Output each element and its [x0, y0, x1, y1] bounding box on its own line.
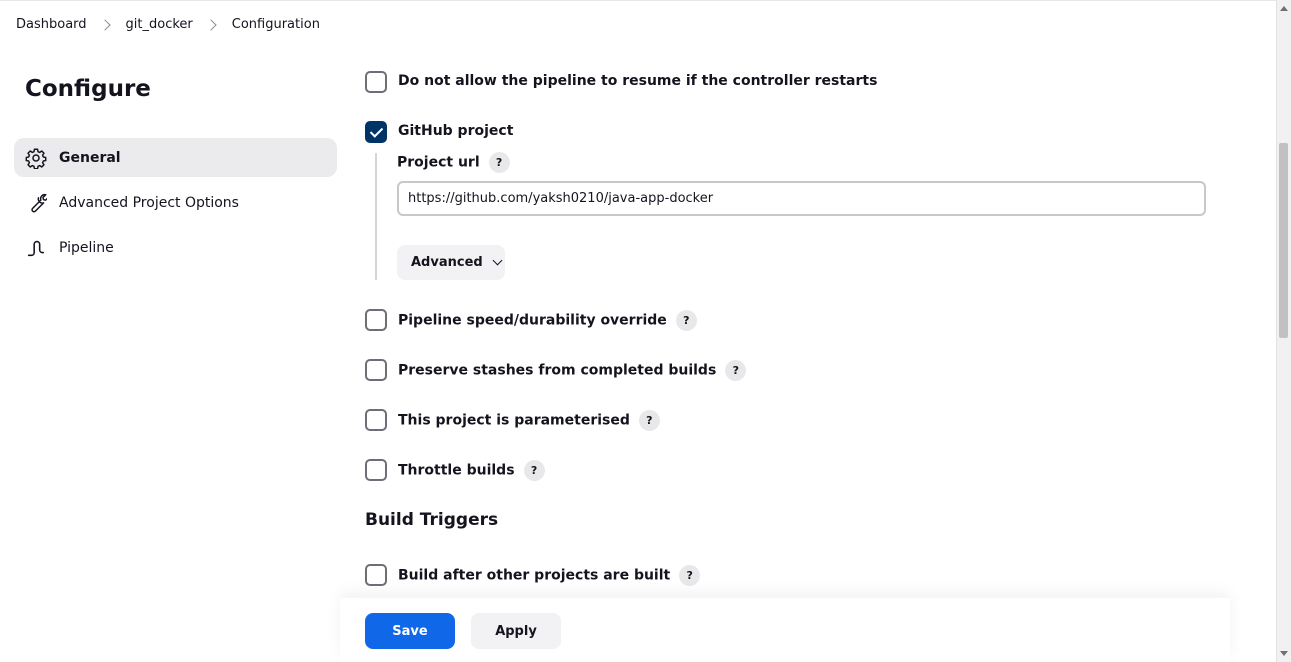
help-icon[interactable]: ?: [638, 410, 660, 431]
sidebar-item-advanced-project-options[interactable]: Advanced Project Options: [14, 183, 337, 222]
help-icon[interactable]: ?: [725, 360, 747, 381]
help-icon[interactable]: ?: [679, 565, 701, 586]
parameterised-label: This project is parameterised?: [398, 410, 660, 431]
gear-icon: [25, 147, 47, 169]
project-url-label: Project url?: [397, 152, 510, 173]
github-project-label: GitHub project: [398, 123, 514, 139]
sidebar-item-label: Pipeline: [59, 239, 114, 256]
throttle-builds-checkbox[interactable]: [365, 459, 387, 481]
breadcrumb-configuration[interactable]: Configuration: [232, 17, 320, 32]
scroll-down-arrow-icon[interactable]: [1280, 651, 1288, 656]
project-url-label-text: Project url: [397, 154, 480, 171]
parameterised-label-text: This project is parameterised: [398, 412, 630, 429]
build-after-other-checkbox[interactable]: [365, 564, 387, 586]
sidebar-item-pipeline[interactable]: Pipeline: [14, 228, 337, 267]
scroll-up-arrow-icon[interactable]: [1280, 6, 1288, 11]
scrollbar-thumb[interactable]: [1279, 143, 1288, 338]
build-triggers-heading: Build Triggers: [365, 510, 499, 530]
sidebar-item-general[interactable]: General: [14, 138, 337, 177]
pipeline-icon: [25, 237, 47, 259]
build-after-other-label-text: Build after other projects are built: [398, 567, 671, 584]
wrench-icon: [25, 192, 47, 214]
chevron-right-icon: [205, 18, 217, 31]
throttle-builds-label: Throttle builds?: [398, 460, 545, 481]
breadcrumb-git-docker[interactable]: git_docker: [126, 17, 193, 32]
no-resume-checkbox[interactable]: [365, 71, 387, 93]
github-project-checkbox[interactable]: [365, 121, 387, 143]
project-url-input[interactable]: [397, 181, 1206, 216]
no-resume-label: Do not allow the pipeline to resume if t…: [398, 73, 878, 89]
speed-override-label: Pipeline speed/durability override?: [398, 310, 697, 331]
help-icon[interactable]: ?: [675, 310, 697, 331]
chevron-right-icon: [98, 18, 111, 31]
sidebar-item-label: Advanced Project Options: [59, 194, 239, 211]
page-title: Configure: [25, 76, 151, 102]
preserve-stashes-checkbox[interactable]: [365, 359, 387, 381]
speed-override-label-text: Pipeline speed/durability override: [398, 312, 667, 329]
save-button[interactable]: Save: [365, 613, 455, 649]
preserve-stashes-label: Preserve stashes from completed builds?: [398, 360, 747, 381]
chevron-down-icon: [492, 255, 503, 266]
help-icon[interactable]: ?: [523, 460, 545, 481]
advanced-button-label: Advanced: [411, 255, 483, 270]
preserve-stashes-label-text: Preserve stashes from completed builds: [398, 362, 717, 379]
speed-override-checkbox[interactable]: [365, 309, 387, 331]
build-after-other-label: Build after other projects are built?: [398, 565, 701, 586]
throttle-builds-label-text: Throttle builds: [398, 462, 515, 479]
apply-button[interactable]: Apply: [471, 613, 561, 649]
help-icon[interactable]: ?: [488, 152, 510, 173]
breadcrumb: Dashboard git_docker Configuration: [0, 0, 1276, 48]
advanced-button[interactable]: Advanced: [397, 245, 505, 280]
parameterised-checkbox[interactable]: [365, 409, 387, 431]
breadcrumb-dashboard[interactable]: Dashboard: [16, 17, 87, 32]
sidebar-item-label: General: [59, 149, 121, 166]
nested-section-indicator: [375, 153, 377, 280]
